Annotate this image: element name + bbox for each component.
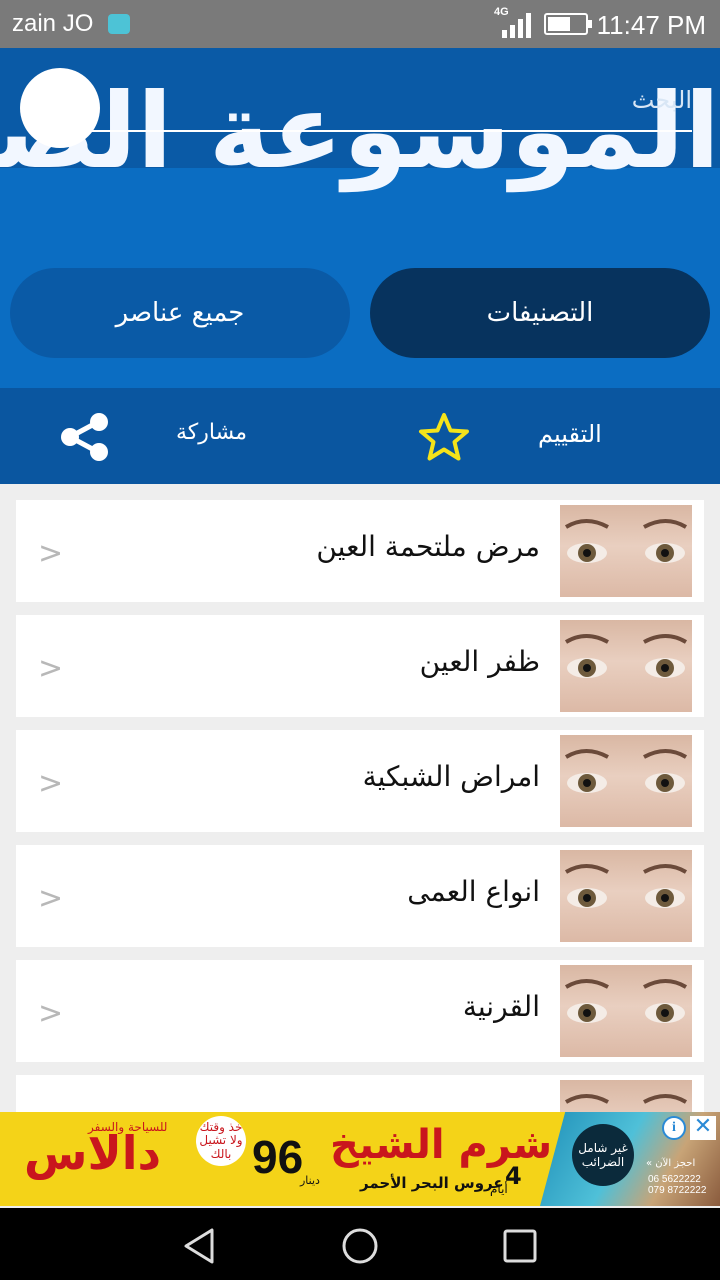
system-nav-bar (0, 1208, 720, 1280)
action-bar: التقييم مشاركة (0, 388, 720, 484)
battery-level (548, 17, 570, 31)
clock: 11:47 PM (596, 10, 706, 40)
recents-icon[interactable] (500, 1226, 540, 1266)
ad-subline: عروس البحر الأحمر (360, 1174, 504, 1192)
ad-price: 96 (252, 1131, 304, 1183)
eyes-image (560, 620, 692, 712)
ad-price-note: خذ وقتك ولا تشيل بالك (196, 1116, 246, 1166)
chevron-right-icon: > (38, 651, 64, 686)
eyes-image (560, 505, 692, 597)
topics-list: مرض ملتحمة العين > ظفر العين > امراض الش… (0, 484, 720, 1112)
list-item[interactable]: مرض ملتحمة العين > (16, 500, 704, 602)
list-item[interactable]: انواع العمى > (16, 845, 704, 947)
ad-tax-badge: غير شامل الضرائب (572, 1124, 634, 1186)
list-item-title: القرنية (462, 990, 540, 1023)
chevron-right-icon: > (38, 766, 64, 801)
ad-brand-tagline: للسياحة والسفر (88, 1120, 168, 1134)
home-icon[interactable] (340, 1226, 380, 1266)
list-item-title: ظفر العين (419, 645, 540, 678)
battery-icon (544, 13, 592, 35)
share-button-label[interactable]: مشاركة (176, 420, 247, 445)
share-icon[interactable] (58, 412, 112, 462)
search-input[interactable]: البحث (632, 86, 692, 114)
carrier-label: zain JO (12, 10, 94, 37)
ad-close-icon[interactable]: ✕ (690, 1116, 716, 1140)
list-item[interactable]: القرنية > (16, 960, 704, 1062)
list-item[interactable]: ظفر العين > (16, 615, 704, 717)
star-icon[interactable] (418, 412, 470, 462)
ad-price-unit: دينار (300, 1174, 320, 1187)
search-underline (80, 130, 692, 132)
eyes-image (560, 735, 692, 827)
list-item[interactable]: امراض الشبكية > (16, 730, 704, 832)
ad-phone-2: 079 8722222 (648, 1185, 707, 1196)
list-item-title: مرض ملتحمة العين (316, 530, 540, 563)
rate-button-label[interactable]: التقييم (538, 420, 602, 448)
back-icon[interactable] (180, 1226, 220, 1266)
app-header: الموسوعة الصحية البحث التصنيفات جميع عنا… (0, 48, 720, 388)
android-debug-icon (108, 14, 130, 34)
signal-icon (502, 13, 531, 38)
list-item-title: انواع العمى (407, 875, 540, 908)
tab-all-items[interactable]: جميع عناصر (10, 268, 350, 358)
list-item-partial[interactable] (16, 1075, 704, 1112)
ad-info-icon[interactable]: i (662, 1116, 686, 1140)
tab-categories[interactable]: التصنيفات (370, 268, 710, 358)
chevron-right-icon: > (38, 881, 64, 916)
list-item-title: امراض الشبكية (362, 760, 540, 793)
eyes-image (560, 1080, 692, 1112)
chevron-right-icon: > (38, 536, 64, 571)
ad-days-unit: أيام (490, 1182, 508, 1196)
ad-banner[interactable]: دالاس للسياحة والسفر خذ وقتك ولا تشيل با… (0, 1112, 720, 1206)
eyes-image (560, 850, 692, 942)
chevron-right-icon: > (38, 996, 64, 1031)
ad-brand: دالاس (24, 1126, 162, 1180)
ad-phone-1: 06 5622222 (648, 1174, 701, 1185)
status-bar: zain JO 4G 11:47 PM (0, 0, 720, 48)
ad-phones: 06 5622222 079 8722222 (648, 1174, 706, 1196)
eyes-image (560, 965, 692, 1057)
profile-avatar[interactable] (20, 68, 100, 148)
ad-book-now: احجز الآن » (646, 1158, 696, 1169)
